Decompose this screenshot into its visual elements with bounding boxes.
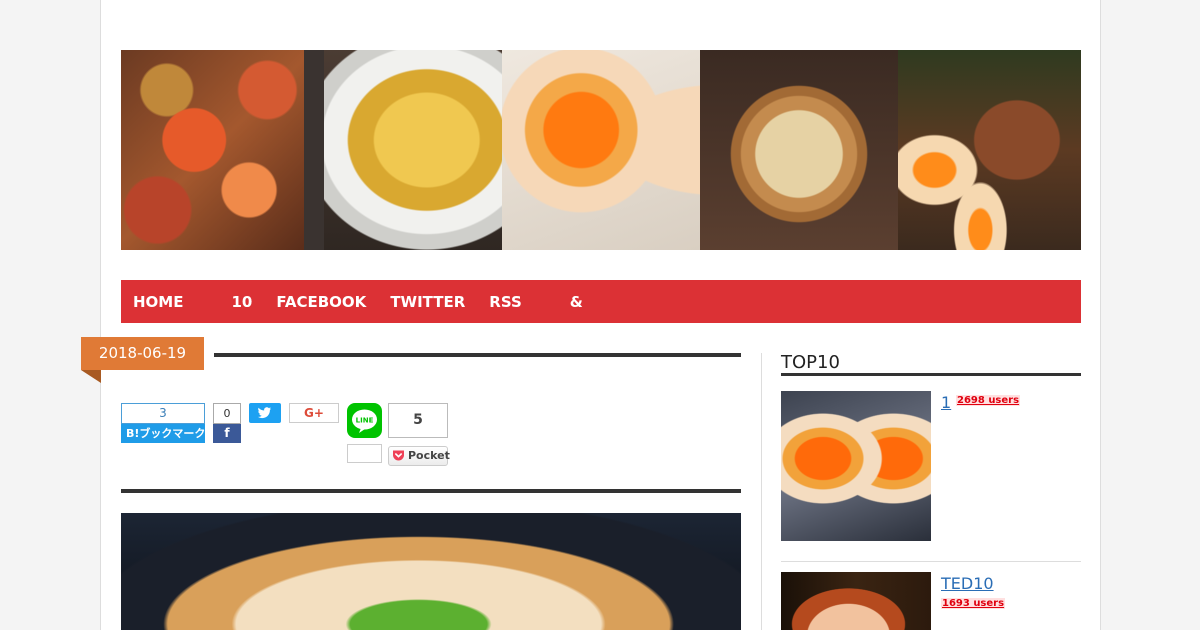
ranking-users-badge-2[interactable]: 1693 users [941,598,1006,609]
date-ribbon-fold [81,370,101,383]
twitter-bird-icon [258,407,271,419]
nav-contact[interactable]: & [558,293,595,311]
article-hero-image [121,513,741,630]
twitter-share-button[interactable] [249,403,281,423]
page-container: HOME 10 FACEBOOK TWITTER RSS & 2018-06-1… [81,0,1101,630]
hatena-count: 3 [121,403,205,424]
line-label: LINE [356,417,374,425]
nav-home[interactable]: HOME [121,293,195,311]
pocket-label: Pocket [408,449,450,462]
sidebar-title: TOP10 [781,352,840,373]
googleplus-share-button[interactable]: G+ [289,403,339,423]
banner-image-soup-pot [304,50,502,250]
facebook-icon: f [213,424,241,443]
banner-image-soft-boiled-egg [502,50,700,250]
title-divider [214,353,741,357]
nav-top10[interactable]: 10 [219,293,264,311]
nav-twitter[interactable]: TWITTER [378,293,477,311]
line-share-button[interactable]: LINE [347,403,382,438]
main-nav: HOME 10 FACEBOOK TWITTER RSS & [121,280,1081,323]
hatena-label: B!ブックマーク [121,424,205,443]
ranking-thumbnail-1[interactable] [781,391,931,541]
facebook-share-button[interactable]: 0 f [213,403,241,443]
nav-rss[interactable]: RSS [477,293,533,311]
pocket-save-button[interactable]: Pocket [388,446,450,466]
post-date: 2018-06-19 [81,337,204,370]
sidebar-title-rule [781,373,1081,376]
line-count-box [347,444,382,463]
hatena-bookmark-button[interactable]: 3 B!ブックマーク [121,403,205,443]
pocket-icon [393,450,404,461]
header-banner[interactable] [121,50,1081,250]
content-divider [121,489,741,493]
banner-image-pizza-bread [700,50,898,250]
banner-image-ramen-chashu [898,50,1081,250]
pocket-count: 5 [388,403,448,438]
ranking-thumbnail-2[interactable] [781,572,931,630]
banner-image-shrimp-pasta [121,50,304,250]
line-icon: LINE [352,409,377,433]
nav-facebook[interactable]: FACEBOOK [264,293,378,311]
sidebar-divider [761,353,762,630]
ranking-link-1[interactable]: 1 [941,393,951,412]
ranking-users-badge-1[interactable]: 2698 users [956,395,1021,406]
ranking-separator [781,561,1081,562]
facebook-count: 0 [213,403,241,424]
ranking-link-2[interactable]: TED10 [941,574,994,593]
